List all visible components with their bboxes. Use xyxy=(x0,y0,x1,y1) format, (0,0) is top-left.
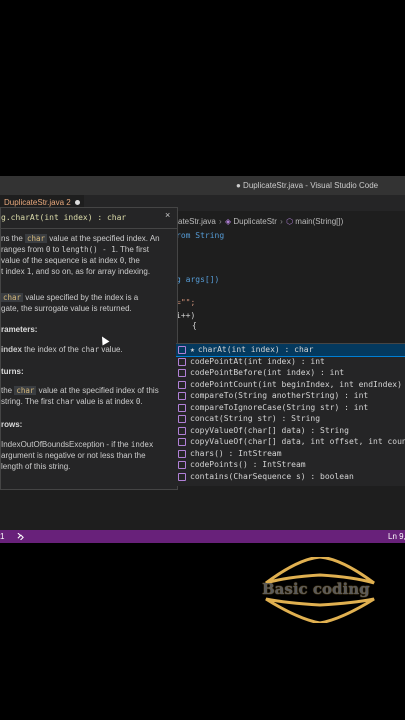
suggestion-label: codePoints() : IntStream xyxy=(190,459,306,471)
chevron-right-icon: › xyxy=(280,217,283,226)
method-cube-icon xyxy=(178,461,186,469)
suggestion-text: copyValueOf(char[] data, int offset, int… xyxy=(190,437,405,446)
suggestion-label: concat(String str) : String xyxy=(190,413,320,425)
method-cube-icon xyxy=(178,449,186,458)
title-bar: ● DuplicateStr.java - Visual Studio Code xyxy=(0,176,405,195)
suggestion-label: chars() : IntStream xyxy=(190,448,282,460)
method-cube-icon xyxy=(178,357,186,366)
breadcrumb-file[interactable]: cateStr.java xyxy=(174,217,216,226)
method-cube-icon xyxy=(178,346,186,354)
suggestion-text: codePoints() : IntStream xyxy=(190,460,306,469)
throws-doc: IndexOutOfBoundsException - if the index… xyxy=(1,440,154,471)
suggestion-item[interactable]: compareTo(String anotherString) : int xyxy=(176,390,405,402)
suggestion-text: contains(CharSequence s) : boolean xyxy=(190,471,354,481)
parameter-doc: index the index of the char value. xyxy=(1,345,123,354)
window-title: ● DuplicateStr.java - Visual Studio Code xyxy=(236,181,379,190)
parameters-heading: rameters: xyxy=(1,325,38,334)
remote-icon[interactable] xyxy=(17,533,24,540)
suggestion-item[interactable]: codePoints() : IntStream xyxy=(176,459,405,471)
suggestion-item[interactable]: codePointAt(int index) : int xyxy=(176,356,405,368)
suggestion-label: codePointCount(int beginIndex, int endIn… xyxy=(190,379,405,391)
modified-dot-icon xyxy=(74,200,80,206)
suggestion-text: compareTo(String anotherString) : int xyxy=(190,391,369,400)
breadcrumb-class[interactable]: DuplicateStr xyxy=(233,217,277,226)
status-bar: 1 Ln 9, xyxy=(0,530,405,543)
suggestion-label: copyValueOf(char[] data, int offset, int… xyxy=(190,436,405,448)
cursor-position[interactable]: Ln 9, xyxy=(388,530,405,543)
suggestion-item[interactable]: ★ charAt(int index) : char xyxy=(176,344,405,357)
method-cube-icon: ⬡ xyxy=(286,217,294,226)
method-cube-icon xyxy=(178,472,186,481)
suggestion-text: compareToIgnoreCase(String str) : int xyxy=(190,402,369,412)
class-icon: ◈ xyxy=(224,217,232,226)
suggestion-text: codePointAt(int index) : int xyxy=(190,356,325,366)
suggestion-item[interactable]: copyValueOf(char[] data) : String xyxy=(176,425,405,437)
code-line: i++) xyxy=(176,311,196,320)
description: ns the char value at the specified index… xyxy=(1,234,160,276)
method-cube-icon xyxy=(178,392,186,400)
suggestion-item[interactable]: contains(CharSequence s) : boolean xyxy=(176,471,405,483)
star-icon: ★ xyxy=(190,345,195,354)
suggestion-item[interactable]: compareToIgnoreCase(String str) : int xyxy=(176,402,405,414)
throws-heading: rows: xyxy=(1,420,23,429)
suggestion-label: compareToIgnoreCase(String str) : int xyxy=(190,402,368,414)
code-line: rom String xyxy=(176,231,225,240)
suggestion-item[interactable]: codePointCount(int beginIndex, int endIn… xyxy=(176,379,405,391)
suggestion-text: chars() : IntStream xyxy=(190,448,282,458)
method-cube-icon xyxy=(178,438,186,446)
suggestion-label: compareTo(String anotherString) : int xyxy=(190,390,368,402)
status-left[interactable]: 1 xyxy=(0,530,4,543)
breadcrumb-method[interactable]: main(String[]) xyxy=(295,217,343,226)
breadcrumb: cateStr.java › ◈ DuplicateStr › ⬡ main(S… xyxy=(174,217,343,226)
close-icon[interactable]: × xyxy=(165,210,170,221)
suggestion-label: copyValueOf(char[] data) : String xyxy=(190,425,349,437)
suggestion-text: concat(String str) : String xyxy=(190,414,321,423)
suggestion-item[interactable]: concat(String str) : String xyxy=(176,413,405,425)
hover-documentation: g.charAt(int index) : char × ns the char… xyxy=(0,207,178,490)
hover-signature: g.charAt(int index) : char xyxy=(1,213,127,222)
method-cube-icon xyxy=(178,380,186,389)
suggestion-item[interactable]: codePointBefore(int index) : int xyxy=(176,367,405,379)
suggestion-text: charAt(int index) : char xyxy=(197,345,314,354)
suggestion-label: ★ charAt(int index) : char xyxy=(190,344,313,356)
suggestion-label: contains(CharSequence s) : boolean xyxy=(190,471,354,483)
suggestion-label: codePointBefore(int index) : int xyxy=(190,367,344,379)
returns-doc: the char value at the specified index of… xyxy=(1,386,159,406)
suggestion-text: copyValueOf(char[] data) : String xyxy=(190,425,349,435)
suggestion-item[interactable]: chars() : IntStream xyxy=(176,448,405,460)
suggestion-item[interactable]: copyValueOf(char[] data, int offset, int… xyxy=(176,436,405,448)
suggestion-list[interactable]: ★ charAt(int index) : char codePointAt(int… xyxy=(176,343,405,486)
suggestion-label: codePointAt(int index) : int xyxy=(190,356,325,368)
divider xyxy=(1,228,177,229)
method-cube-icon xyxy=(178,369,186,377)
code-line: =""; xyxy=(176,298,196,307)
suggestion-text: codePointCount(int beginIndex, int endIn… xyxy=(190,379,405,389)
method-cube-icon xyxy=(178,403,186,412)
method-cube-icon xyxy=(178,415,186,423)
chevron-right-icon: › xyxy=(219,217,222,226)
returns-heading: turns: xyxy=(1,367,24,376)
tab-label: DuplicateStr.java 2 xyxy=(4,198,71,207)
code-line: { xyxy=(192,321,197,330)
logo-text: Basic coding xyxy=(262,580,370,598)
suggestion-text: codePointBefore(int index) : int xyxy=(190,368,345,377)
code-line: g args[]) xyxy=(176,275,220,284)
method-cube-icon xyxy=(178,426,186,435)
description: char value specified by the index is a g… xyxy=(1,293,139,313)
